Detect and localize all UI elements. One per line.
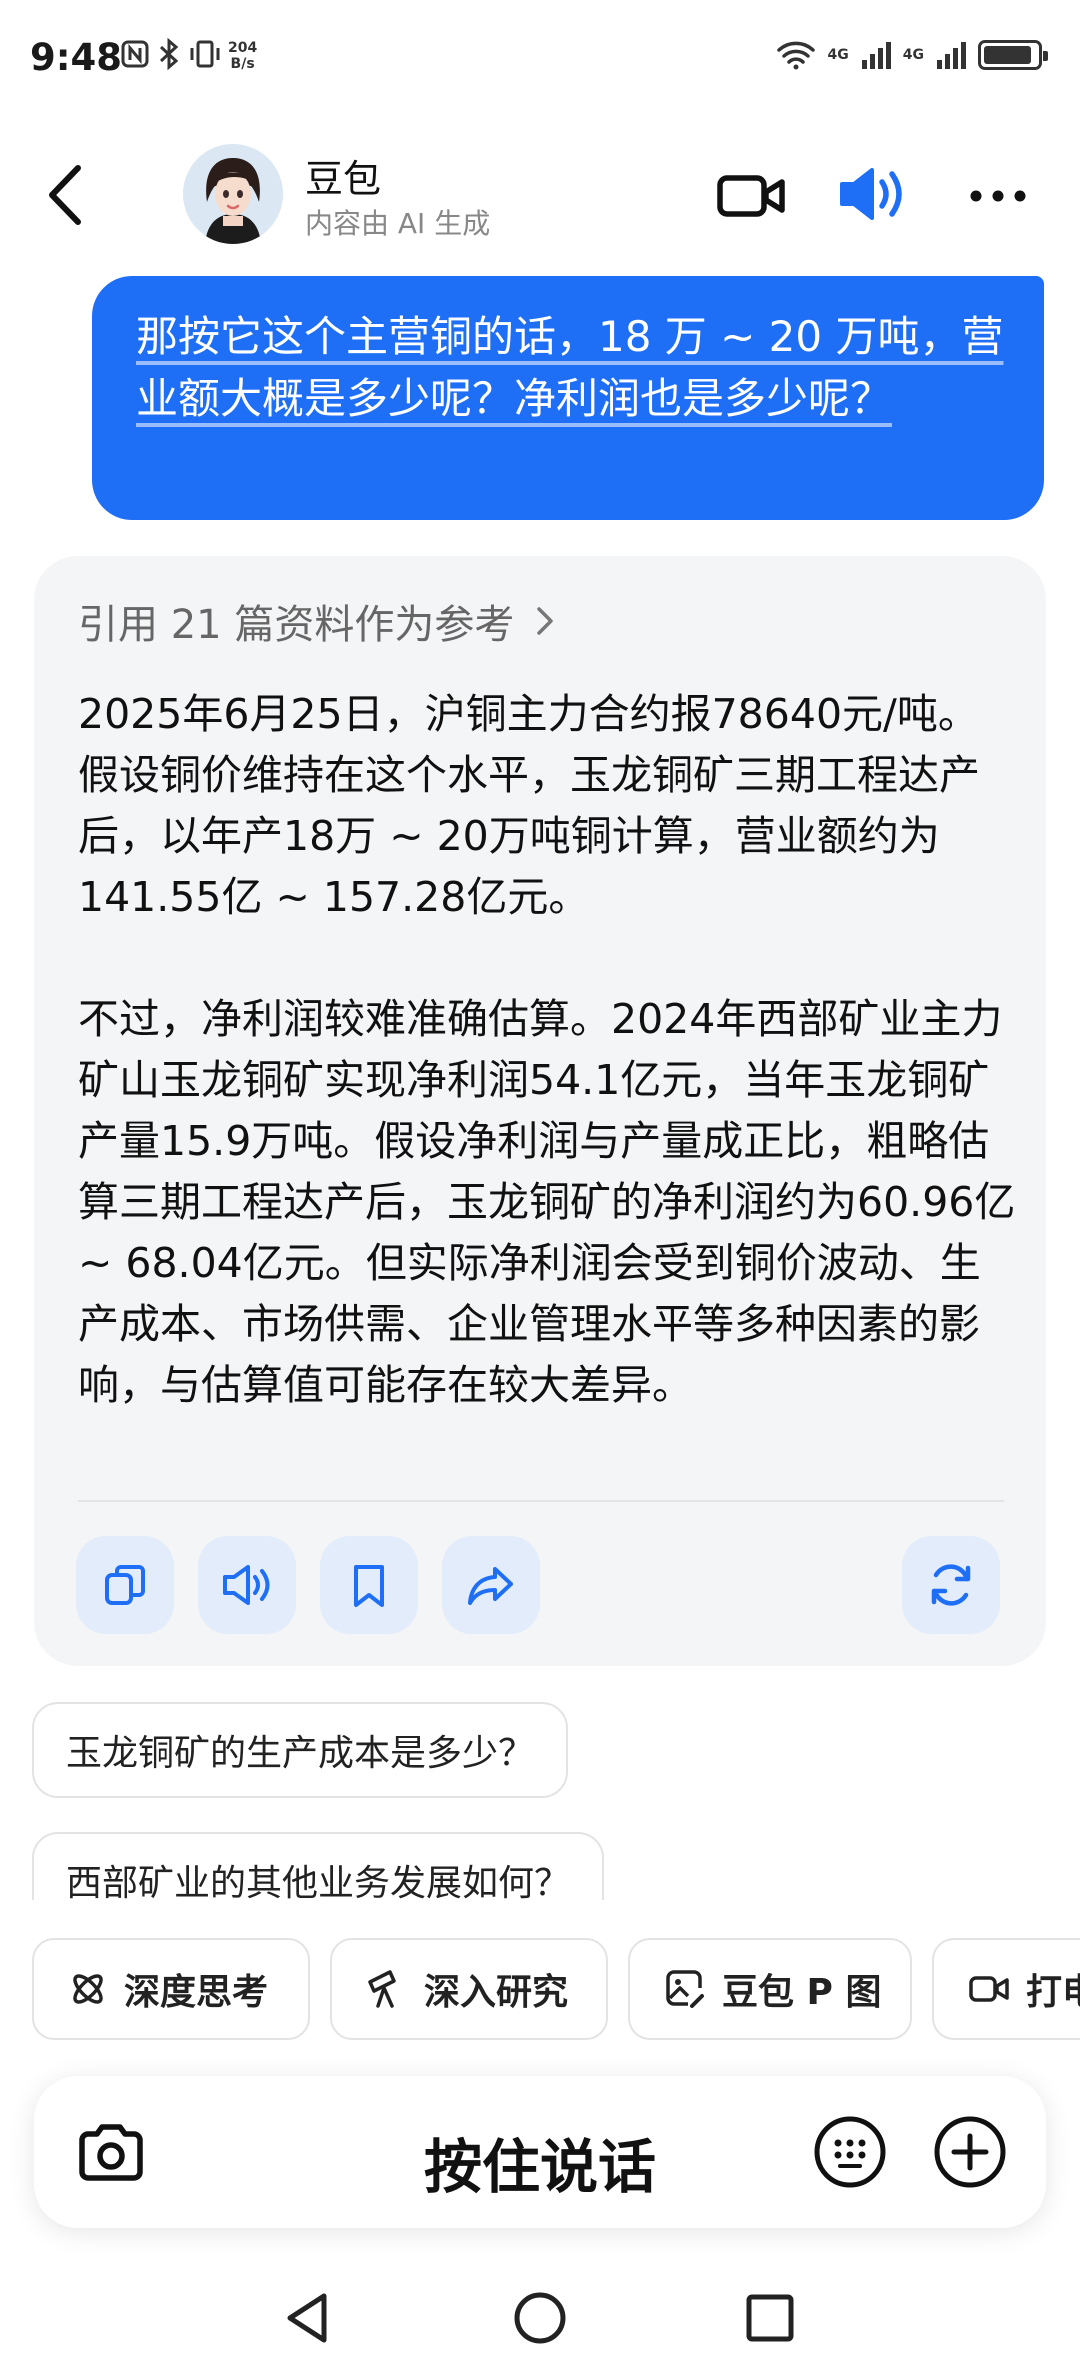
speaker-icon — [223, 1565, 270, 1605]
speaker-icon[interactable] — [838, 162, 908, 226]
status-icons-right: 4G 4G — [776, 40, 1048, 70]
status-bar: 9:48 204 B/s 4G 4G — [0, 0, 1080, 110]
read-aloud-button[interactable] — [198, 1536, 296, 1634]
nav-recents-icon[interactable] — [744, 2292, 796, 2344]
back-icon[interactable] — [42, 160, 92, 230]
input-bar: 按住说话 — [34, 2076, 1046, 2228]
copy-icon — [105, 1565, 145, 1605]
add-icon[interactable] — [932, 2114, 1008, 2190]
user-message-text: 那按它这个主营铜的话，18 万 ~ 20 万吨，营业额大概是多少呢？净利润也是多… — [136, 312, 1004, 423]
status-icons-left — [120, 38, 222, 70]
nav-back-icon[interactable] — [282, 2290, 332, 2346]
refresh-icon — [931, 1564, 971, 1606]
suggestion-clip: 西部矿业的其他业务发展如何？ — [0, 1800, 1080, 1900]
signal-icon — [937, 42, 966, 69]
ai-paragraph: 不过，净利润较难准确估算。2024年西部矿业主力矿山玉龙铜矿实现净利润54.1亿… — [78, 995, 1016, 1409]
more-icon[interactable] — [968, 176, 1028, 216]
video-call-icon[interactable] — [716, 168, 786, 224]
nfc-icon — [121, 40, 149, 68]
speed-value: 204 — [228, 40, 258, 56]
ai-paragraph: 2025年6月25日，沪铜主力合约报78640元/吨。假设铜价维持在这个水平，玉… — [78, 690, 980, 921]
keypad-icon[interactable] — [812, 2114, 888, 2190]
user-message-bubble[interactable]: 那按它这个主营铜的话，18 万 ~ 20 万吨，营业额大概是多少呢？净利润也是多… — [92, 276, 1044, 520]
skill-label: 豆包 P 图 — [722, 1972, 882, 2013]
nav-home-icon[interactable] — [512, 2290, 568, 2346]
network-type-2: 4G — [902, 47, 924, 63]
telescope-icon — [368, 1970, 396, 2008]
skill-phone-call[interactable]: 打电话 — [932, 1938, 1080, 2040]
suggestion-chip[interactable]: 玉龙铜矿的生产成本是多少？ — [32, 1702, 569, 1798]
network-speed: 204 B/s — [228, 40, 257, 72]
status-time: 9:48 — [30, 36, 123, 79]
image-edit-icon — [666, 1970, 704, 2008]
battery-icon — [978, 40, 1048, 70]
signal-icon — [861, 42, 891, 69]
atom-icon — [73, 1974, 103, 2004]
card-divider — [78, 1500, 1004, 1502]
skill-label: 打电话 — [1026, 1972, 1080, 2013]
battery-level — [984, 46, 1031, 64]
network-type-1: 4G — [827, 47, 849, 63]
bot-avatar-image — [183, 144, 283, 244]
bookmark-icon — [354, 1565, 384, 1607]
skill-image-edit[interactable]: 豆包 P 图 — [628, 1938, 912, 2040]
share-button[interactable] — [442, 1536, 540, 1634]
skill-deep-research[interactable]: 深入研究 — [330, 1938, 608, 2040]
chevron-right-icon — [537, 607, 554, 635]
bluetooth-icon — [159, 38, 179, 70]
hold-to-talk-button[interactable]: 按住说话 — [34, 2120, 1046, 2204]
regenerate-button[interactable] — [902, 1536, 1000, 1634]
references-link[interactable]: 引用 21 篇资料作为参考 — [78, 592, 556, 650]
share-icon — [468, 1567, 513, 1605]
ai-disclaimer: 内容由 AI 生成 — [305, 207, 491, 240]
avatar[interactable] — [183, 144, 283, 244]
bot-name: 豆包 — [305, 157, 382, 201]
skill-label: 深度思考 — [124, 1972, 269, 2013]
ai-message-card: 引用 21 篇资料作为参考 2025年6月25日，沪铜主力合约报78640元/吨… — [34, 556, 1046, 1666]
bookmark-button[interactable] — [320, 1536, 418, 1634]
wifi-icon — [776, 41, 815, 70]
ai-message-text: 2025年6月25日，沪铜主力合约报78640元/吨。假设铜价维持在这个水平，玉… — [78, 684, 1018, 1416]
copy-button[interactable] — [76, 1536, 174, 1634]
speed-unit: B/s — [230, 56, 255, 72]
skill-deep-thinking[interactable]: 深度思考 — [32, 1938, 310, 2040]
chat-header: 豆包 内容由 AI 生成 — [0, 130, 1080, 260]
skill-chips: 深度思考 深入研究 豆包 P 图 打电话 — [0, 1938, 1080, 2042]
video-call-icon — [969, 1976, 1009, 2002]
vibrate-icon — [190, 40, 220, 68]
skill-label: 深入研究 — [424, 1972, 569, 2013]
references-label: 引用 21 篇资料作为参考 — [78, 602, 515, 648]
suggestion-chip[interactable]: 西部矿业的其他业务发展如何？ — [32, 1832, 605, 1900]
